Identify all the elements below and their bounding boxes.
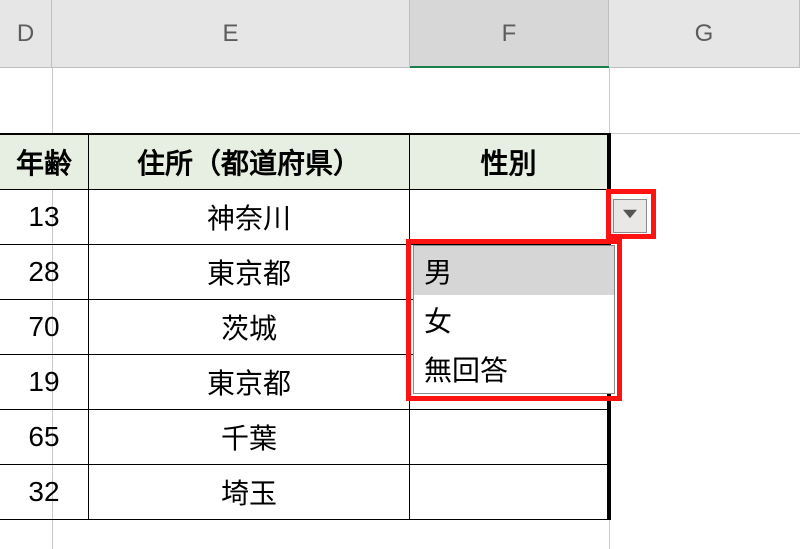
data-validation-dropdown-list: 男 女 無回答	[413, 245, 615, 394]
active-column-indicator	[410, 66, 609, 68]
dropdown-option[interactable]: 女	[414, 295, 614, 344]
cell-age[interactable]: 19	[0, 355, 89, 410]
cell-pref[interactable]: 埼玉	[89, 465, 410, 520]
column-header-e[interactable]: E	[52, 0, 410, 68]
dropdown-option[interactable]: 男	[414, 246, 614, 295]
cell-age[interactable]: 65	[0, 410, 89, 465]
header-age: 年齢	[0, 135, 89, 190]
cell-age[interactable]: 13	[0, 190, 89, 245]
header-address: 住所（都道府県）	[89, 135, 410, 190]
cell-pref[interactable]: 茨城	[89, 300, 410, 355]
cell-pref[interactable]: 東京都	[89, 245, 410, 300]
column-header-bar: D E F G	[0, 0, 800, 68]
data-validation-dropdown-button[interactable]	[613, 199, 647, 233]
cell-sex-active[interactable]	[410, 190, 609, 245]
dropdown-option[interactable]: 無回答	[414, 344, 614, 393]
header-sex: 性別	[410, 135, 609, 190]
cell-sex[interactable]	[410, 410, 609, 465]
cell-sex[interactable]	[410, 465, 609, 520]
column-header-g[interactable]: G	[609, 0, 800, 68]
cell-age[interactable]: 32	[0, 465, 89, 520]
cell-pref[interactable]: 神奈川	[89, 190, 410, 245]
column-header-d[interactable]: D	[0, 0, 52, 68]
cell-age[interactable]: 28	[0, 245, 89, 300]
column-header-f[interactable]: F	[410, 0, 609, 68]
chevron-down-icon	[623, 207, 637, 226]
cell-pref[interactable]: 東京都	[89, 355, 410, 410]
cell-age[interactable]: 70	[0, 300, 89, 355]
cell-pref[interactable]: 千葉	[89, 410, 410, 465]
